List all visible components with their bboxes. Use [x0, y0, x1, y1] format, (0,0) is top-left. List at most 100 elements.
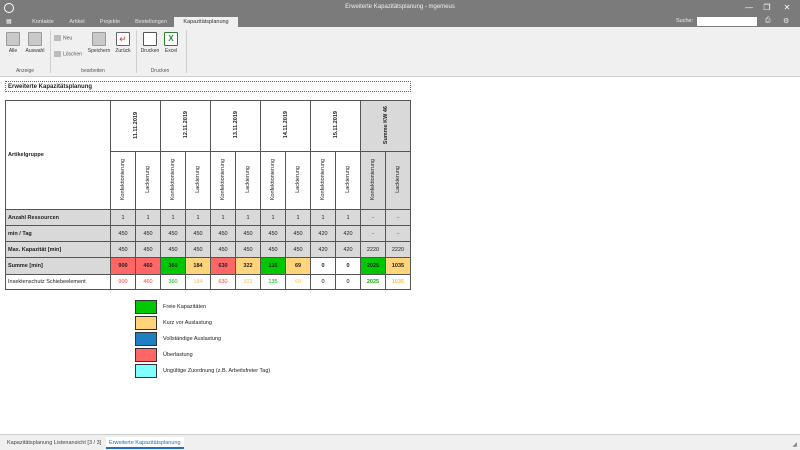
table-cell: 450 [110, 225, 136, 242]
group-label-anzeige: Anzeige [15, 68, 35, 74]
print-icon[interactable]: ⎙ [765, 17, 771, 25]
view-selection-icon [28, 32, 42, 46]
table-cell: 450 [110, 241, 136, 258]
subheader-lackierung: Lackierung [235, 151, 261, 210]
tab-listenansicht[interactable]: Kapazitätsplanung Listenansicht [3 / 3] [4, 437, 104, 449]
table-cell: 360 [160, 274, 186, 290]
table-cell: 2025 [360, 274, 386, 290]
report-title: Erweiterte Kapazitätsplanung [5, 81, 411, 92]
week-sum-label: Summe KW 46 [382, 105, 389, 145]
table-cell: 450 [285, 225, 311, 242]
table-cell: 420 [335, 225, 361, 242]
table-cell: 1 [235, 209, 261, 226]
row-label: Summe [min] [5, 257, 111, 275]
table-cell: 1 [335, 209, 361, 226]
table-cell: 0 [310, 274, 336, 290]
table-cell: 450 [160, 241, 186, 258]
search-label: Suche: [676, 18, 694, 24]
table-row: Insektenschutz Schiebeelement 900 460 36… [5, 274, 411, 290]
table-cell: 0 [335, 257, 361, 275]
subheader-konfektionierung: Konfektionierung [260, 151, 286, 210]
table-cell: 1 [110, 209, 136, 226]
table-row: min / Tag 450 450 450 450 450 450 450 45… [5, 225, 411, 242]
tab-kontakte[interactable]: Kontakte [24, 17, 62, 27]
legend-label: Vollständige Auslastung [163, 336, 222, 342]
table-cell: 135 [260, 274, 286, 290]
auswahl-label: Auswahl [25, 48, 45, 54]
table-cell: 1 [210, 209, 236, 226]
capacity-table: Artikelgruppe 11.11.2019 12.11.2019 13.1… [5, 100, 411, 290]
legend-swatch-near-full [135, 316, 157, 330]
table-cell: 322 [235, 257, 261, 275]
table-cell: 630 [210, 274, 236, 290]
tab-bestellungen[interactable]: Bestellungen [128, 17, 174, 27]
table-cell: 450 [260, 225, 286, 242]
table-cell: 450 [160, 225, 186, 242]
date-header: 12.11.2019 [160, 100, 211, 152]
table-cell: - [385, 225, 411, 242]
legend-item: Ungültige Zuordnung (z.B. Arbeitsfreier … [135, 364, 335, 379]
date-label: 12.11.2019 [182, 111, 189, 139]
view-all-icon [6, 32, 20, 46]
table-cell: 450 [135, 225, 161, 242]
window-titlebar: Erweiterte Kapazitätsplanung - mgemeus —… [0, 0, 800, 16]
table-cell: 1 [310, 209, 336, 226]
drucken-button[interactable]: Drucken [139, 32, 161, 54]
search-input[interactable] [697, 17, 757, 26]
table-cell: 1035 [385, 257, 411, 275]
subheader-lackierung: Lackierung [285, 151, 311, 210]
loeschen-button[interactable]: Löschen [54, 51, 82, 57]
save-icon [92, 32, 106, 46]
date-header: 11.11.2019 [110, 100, 161, 152]
table-cell: 450 [135, 241, 161, 258]
row-label: min / Tag [5, 225, 111, 242]
auswahl-button[interactable]: Auswahl [23, 32, 47, 54]
neu-button[interactable]: Neu [54, 35, 72, 41]
table-cell: - [360, 209, 386, 226]
table-cell: 450 [185, 225, 211, 242]
speichern-button[interactable]: Speichern [87, 32, 111, 54]
resize-grip-icon[interactable]: ◢ [792, 441, 797, 448]
table-cell: 2220 [385, 241, 411, 258]
alle-button[interactable]: Alle [4, 32, 22, 54]
table-cell: 360 [160, 257, 186, 275]
ribbon-separator [186, 30, 187, 73]
tab-erweiterte-kapazitaetsplanung[interactable]: Erweiterte Kapazitätsplanung [106, 437, 184, 449]
row-label: Insektenschutz Schiebeelement [5, 274, 111, 290]
table-cell: 420 [310, 225, 336, 242]
alle-label: Alle [8, 48, 18, 54]
table-cell: 450 [210, 225, 236, 242]
settings-icon[interactable]: ⚙ [783, 17, 789, 25]
window-title: Erweiterte Kapazitätsplanung - mgemeus [345, 4, 455, 10]
back-icon: ↵ [116, 32, 130, 46]
new-icon [54, 35, 61, 41]
legend-item: Kurz vor Auslastung [135, 316, 335, 331]
tab-kapazitaetsplanung[interactable]: Kapazitätsplanung [174, 17, 238, 27]
table-cell: 1 [260, 209, 286, 226]
tab-artikel[interactable]: Artikel [62, 17, 92, 27]
table-cell: 900 [110, 274, 136, 290]
legend-label: Kurz vor Auslastung [163, 320, 212, 326]
excel-icon: X [164, 32, 178, 46]
excel-button[interactable]: X Excel [162, 32, 180, 54]
table-cell: 460 [135, 274, 161, 290]
loeschen-label: Löschen [63, 51, 82, 58]
ribbon: Alle Auswahl Anzeige Neu Löschen Speiche… [0, 27, 800, 77]
table-cell: 1 [185, 209, 211, 226]
zurueck-button[interactable]: ↵ Zurück [113, 32, 133, 54]
table-cell: 184 [185, 274, 211, 290]
table-cell: 420 [310, 241, 336, 258]
app-menu-icon[interactable]: ▦ [6, 18, 12, 25]
table-cell: 450 [210, 241, 236, 258]
neu-label: Neu [63, 35, 73, 42]
table-row: Anzahl Ressourcen 1 1 1 1 1 1 1 1 1 1 - … [5, 209, 411, 226]
table-cell: 322 [235, 274, 261, 290]
minimize-button[interactable]: — [742, 3, 756, 13]
table-cell: 420 [335, 241, 361, 258]
tab-projekte[interactable]: Projekte [93, 17, 127, 27]
legend-label: Freie Kapazitäten [163, 304, 207, 310]
close-button[interactable]: ✕ [780, 3, 794, 13]
table-cell: 900 [110, 257, 136, 275]
maximize-button[interactable]: ❐ [760, 3, 774, 13]
printer-icon [143, 32, 157, 46]
